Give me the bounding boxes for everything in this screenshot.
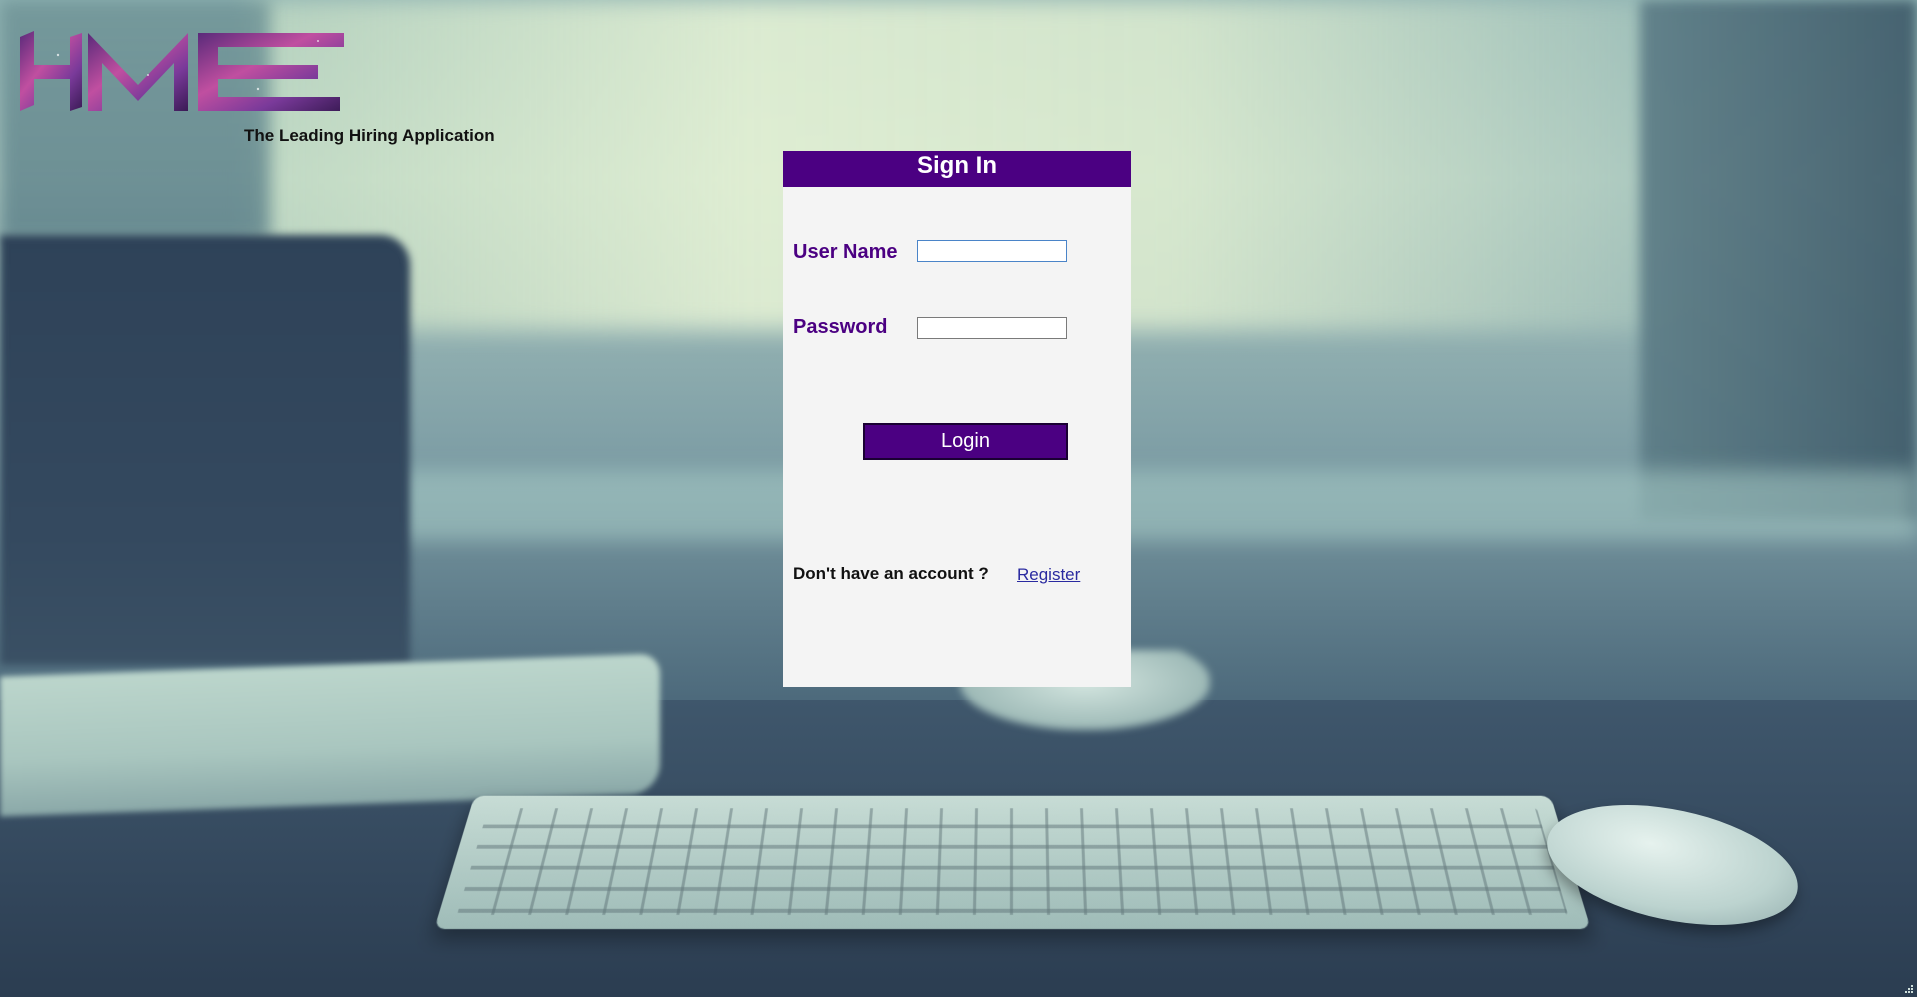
password-input[interactable] bbox=[917, 317, 1067, 339]
signin-panel: Sign In User Name Password Login Don't h… bbox=[783, 151, 1131, 687]
username-input[interactable] bbox=[917, 240, 1067, 262]
background-frame-right bbox=[1640, 0, 1917, 520]
password-label: Password bbox=[793, 316, 887, 339]
username-label: User Name bbox=[793, 241, 898, 264]
signin-title: Sign In bbox=[783, 151, 1131, 187]
background-laptop bbox=[0, 235, 410, 665]
no-account-text: Don't have an account ? bbox=[793, 564, 989, 584]
tagline: The Leading Hiring Application bbox=[244, 126, 495, 146]
hme-logo bbox=[18, 25, 348, 117]
background-keyboard bbox=[434, 796, 1591, 929]
background-laptop-base bbox=[0, 653, 660, 816]
register-link[interactable]: Register bbox=[1017, 565, 1080, 585]
resize-grip-icon[interactable] bbox=[1904, 984, 1914, 994]
background-keys bbox=[457, 808, 1568, 915]
login-window: The Leading Hiring Application Sign In U… bbox=[0, 0, 1917, 997]
login-button[interactable]: Login bbox=[863, 423, 1068, 460]
background-sill bbox=[380, 470, 1917, 540]
